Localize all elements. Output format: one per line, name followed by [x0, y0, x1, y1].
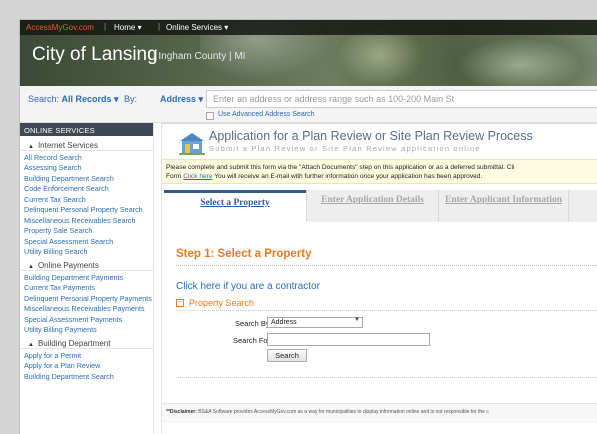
site-header: AccessMyGov.com | Home ▾ | Online Servic…	[20, 20, 597, 86]
search-scope: Search: All Records ▾	[28, 94, 119, 104]
sidebar-item[interactable]: All Record Search	[20, 153, 153, 162]
sidebar-item[interactable]: Miscellaneous Receivables Payments	[20, 304, 153, 313]
sidebar-heading: ONLINE SERVICES	[20, 123, 153, 136]
top-navigation: AccessMyGov.com | Home ▾ | Online Servic…	[20, 20, 597, 35]
brand-link[interactable]: AccessMyGov.com	[26, 23, 94, 32]
header-pine-photo-2	[440, 30, 597, 86]
note-line-1: Please complete and submit this form via…	[166, 164, 515, 171]
advanced-search-checkbox[interactable]	[206, 112, 214, 120]
home-menu[interactable]: Home ▾	[114, 23, 142, 32]
contractor-link[interactable]: Click here if you are a contractor	[176, 281, 320, 292]
search-by-label: By:	[124, 94, 138, 104]
wizard-tabs: Select a Property Enter Application Deta…	[164, 190, 597, 222]
property-search-heading[interactable]: Property Search	[189, 298, 254, 308]
search-by-selected: Address	[271, 319, 297, 326]
sidebar-item[interactable]: Current Tax Payments	[20, 283, 153, 292]
sidebar-item[interactable]: Property Sale Search	[20, 226, 153, 235]
sidebar-item[interactable]: Building Department Payments	[20, 273, 153, 282]
sidebar-item[interactable]: Apply for a Plan Review	[20, 361, 153, 370]
sidebar-item[interactable]: Assessing Search	[20, 163, 153, 172]
sidebar-group-online-payments[interactable]: ▲ Online Payments	[20, 259, 153, 271]
tab-select-property[interactable]: Select a Property	[164, 190, 306, 222]
screenshot-frame: AccessMyGov.com | Home ▾ | Online Servic…	[0, 0, 597, 434]
step-heading: Step 1: Select a Property	[176, 248, 312, 260]
sidebar-item[interactable]: Apply for a Permit	[20, 351, 153, 360]
sidebar-group-building-department[interactable]: ▲ Building Department	[20, 337, 153, 349]
form-click-here-link[interactable]: Click here	[183, 173, 212, 180]
tab-applicant-information[interactable]: Enter Applicant Information	[438, 190, 568, 222]
search-bar: Search: All Records ▾ By: Address ▾ Ente…	[20, 86, 597, 123]
divider	[162, 123, 597, 124]
tab-application-details[interactable]: Enter Application Details	[306, 190, 438, 222]
divider	[176, 265, 597, 266]
county-state: | Ingham County | MI	[153, 51, 246, 62]
sidebar-item[interactable]: Utility Billing Payments	[20, 325, 153, 334]
search-for-input[interactable]	[267, 333, 430, 346]
application-icon	[179, 133, 205, 155]
search-button[interactable]: Search	[267, 349, 307, 362]
search-by-dropdown[interactable]: Address ▾	[160, 94, 203, 105]
sidebar-group-internet-services[interactable]: ▲ Internet Services	[20, 139, 153, 151]
nav-separator: |	[158, 22, 161, 31]
sidebar-item[interactable]: Special Assessment Payments	[20, 315, 153, 324]
sidebar-item[interactable]: Special Assessment Search	[20, 237, 153, 246]
online-services-menu[interactable]: Online Services ▾	[166, 23, 228, 32]
advanced-search-label[interactable]: Use Advanced Address Search	[218, 111, 315, 118]
disclaimer-footer: **Disclaimer: BS&A Software provides Acc…	[162, 403, 597, 423]
nav-separator: |	[104, 22, 107, 31]
collapse-icon: ▲	[28, 144, 34, 150]
address-search-input[interactable]: Enter an address or address range such a…	[206, 90, 597, 108]
divider	[176, 377, 597, 378]
sidebar-item[interactable]: Utility Billing Search	[20, 247, 153, 256]
search-scope-dropdown[interactable]: All Records ▾	[62, 94, 119, 104]
sidebar-item[interactable]: Delinquent Personal Property Search	[20, 205, 153, 214]
collapse-icon: ▲	[28, 342, 34, 348]
sidebar-item[interactable]: Miscellaneous Receivables Search	[20, 216, 153, 225]
search-by-select[interactable]: Address ▼	[267, 317, 363, 328]
sidebar-item[interactable]: Building Department Search	[20, 372, 153, 381]
sidebar-item[interactable]: Building Department Search	[20, 174, 153, 183]
sidebar-item[interactable]: Delinquent Personal Property Payments	[20, 294, 153, 303]
collapse-icon: ▲	[28, 264, 34, 270]
city-name: City of Lansing	[32, 44, 158, 65]
instruction-note: Please complete and submit this form via…	[162, 159, 597, 184]
chevron-down-icon: ▼	[354, 317, 360, 323]
sidebar-item[interactable]: Code Enforcement Search	[20, 184, 153, 193]
page-subtitle: Submit a Plan Review or Site Plan Review…	[209, 144, 481, 153]
page-title: Application for a Plan Review or Site Pl…	[209, 129, 533, 143]
note-line-2: Form Click here You will receive an E-ma…	[166, 173, 483, 180]
browser-page: AccessMyGov.com | Home ▾ | Online Servic…	[19, 19, 597, 434]
sidebar-item[interactable]: Current Tax Search	[20, 195, 153, 204]
main-content: Application for a Plan Review or Site Pl…	[161, 123, 597, 434]
sidebar: ONLINE SERVICES ▲ Internet Services All R…	[20, 123, 154, 434]
divider	[176, 310, 597, 311]
tab-next-step[interactable]	[568, 190, 597, 222]
collapse-minus-icon[interactable]: −	[176, 299, 184, 307]
